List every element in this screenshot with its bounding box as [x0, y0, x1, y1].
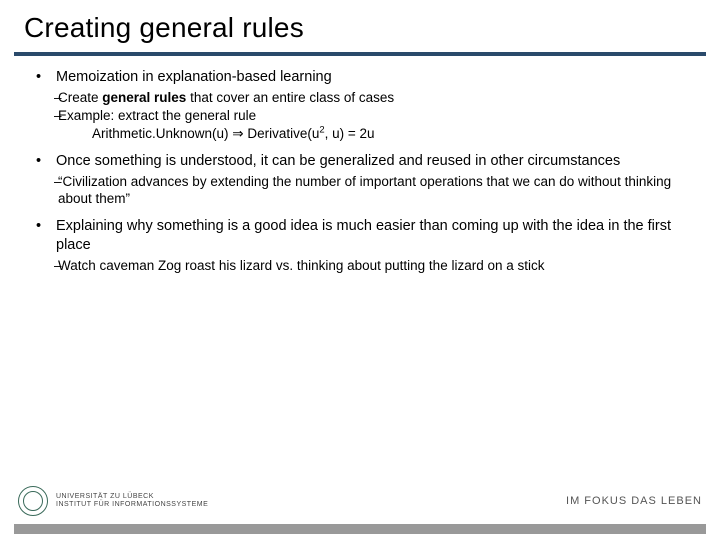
sub-bullet-text: Create general rules that cover an entir…: [58, 89, 684, 106]
bullet-icon: •: [36, 217, 56, 254]
list-item: – Watch caveman Zog roast his lizard vs.…: [36, 257, 684, 274]
list-item: – Create general rules that cover an ent…: [36, 89, 684, 106]
university-name: UNIVERSITÄT ZU LÜBECK INSTITUT FÜR INFOR…: [56, 493, 208, 508]
bullet-icon: •: [36, 152, 56, 171]
content-area: • Memoization in explanation-based learn…: [0, 64, 720, 478]
sub-bullet-text: Watch caveman Zog roast his lizard vs. t…: [58, 257, 684, 274]
list-item: • Once something is understood, it can b…: [36, 152, 684, 207]
footer-left: UNIVERSITÄT ZU LÜBECK INSTITUT FÜR INFOR…: [18, 486, 208, 516]
list-item: – Example: extract the general rule: [36, 107, 684, 124]
uni-line1: UNIVERSITÄT ZU LÜBECK: [56, 493, 208, 501]
title-underline: [14, 52, 706, 56]
slide-title: Creating general rules: [24, 12, 700, 44]
dash-icon: –: [36, 173, 58, 208]
sub-bullet-text: Example: extract the general rule: [58, 107, 684, 124]
formula-line: Arithmetic.Unknown(u) ⇒ Derivative(u2, u…: [36, 125, 684, 142]
bullet-icon: •: [36, 68, 56, 87]
bullet-text: Explaining why something is a good idea …: [56, 217, 684, 254]
list-item: • Explaining why something is a good ide…: [36, 217, 684, 273]
dash-icon: –: [36, 89, 58, 106]
title-area: Creating general rules: [0, 0, 720, 50]
bottom-bar: [14, 524, 706, 534]
footer-tagline: IM FOKUS DAS LEBEN: [566, 495, 702, 507]
list-item: • Memoization in explanation-based learn…: [36, 68, 684, 142]
bullet-text: Once something is understood, it can be …: [56, 152, 620, 171]
bullet-text: Memoization in explanation-based learnin…: [56, 68, 332, 87]
dash-icon: –: [36, 107, 58, 124]
bullet-list: • Memoization in explanation-based learn…: [36, 68, 684, 274]
uni-line2: INSTITUT FÜR INFORMATIONSSYSTEME: [56, 501, 208, 509]
footer: UNIVERSITÄT ZU LÜBECK INSTITUT FÜR INFOR…: [0, 478, 720, 524]
university-seal-icon: [18, 486, 48, 516]
slide: Creating general rules • Memoization in …: [0, 0, 720, 540]
list-item: – “Civilization advances by extending th…: [36, 173, 684, 208]
dash-icon: –: [36, 257, 58, 274]
sub-bullet-text: “Civilization advances by extending the …: [58, 173, 684, 208]
